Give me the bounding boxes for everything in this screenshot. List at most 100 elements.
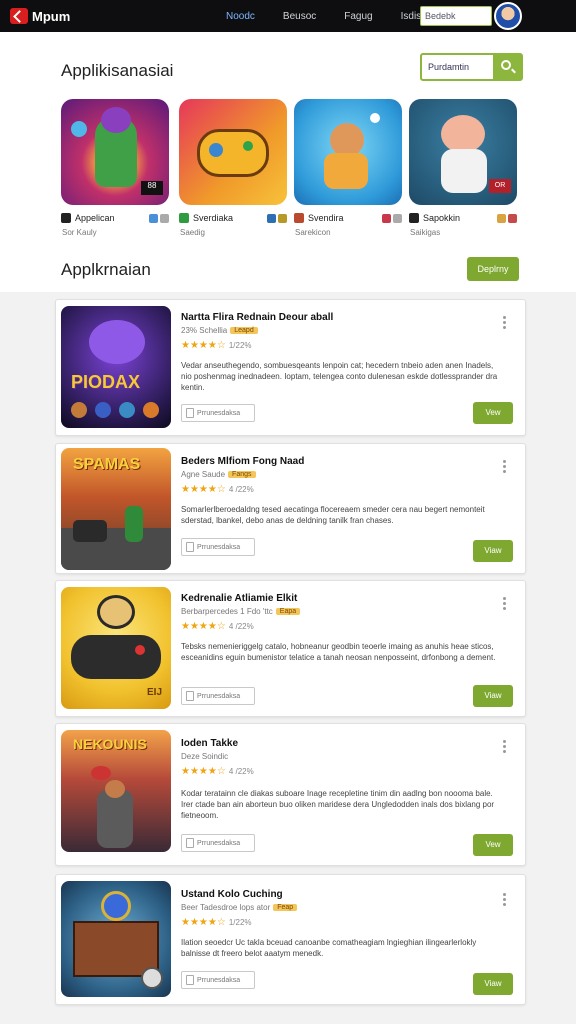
featured-card[interactable]: OR Sapokkin Saikigas (409, 99, 517, 237)
icon-lettering: SPAMAS (73, 456, 141, 473)
game-icon-fox: OR (409, 99, 517, 205)
item-rating: ★★★★☆ 4 /22% (181, 621, 254, 632)
featured-card[interactable]: Svendira Sarekicon (294, 99, 402, 237)
more-options-icon[interactable] (503, 893, 507, 907)
chip-label: Prrunesdaksa (197, 543, 241, 551)
header-search-input[interactable]: Bedebk (420, 6, 492, 26)
page-icon (186, 691, 194, 701)
featured-search-input[interactable]: Purdamtin (420, 53, 523, 81)
list-title: Applkrnaian (61, 260, 151, 279)
platform-icons (267, 213, 287, 223)
game-icon-controller (179, 99, 287, 205)
search-icon (501, 60, 511, 70)
featured-card-name: Sverdiaka (193, 213, 234, 223)
item-title: Nartta Flira Rednain Deour aball (181, 312, 334, 323)
rating-text: 1/22% (228, 341, 252, 350)
featured-card-name: Sapokkin (423, 213, 461, 223)
page-icon (186, 838, 194, 848)
item-rating: ★★★★☆ 1/22% (181, 340, 252, 351)
nav-item-2[interactable]: Beusoc (283, 11, 316, 22)
featured-card-name: Svendira (308, 213, 344, 223)
icon-lettering: EIJ (147, 687, 163, 698)
app-logo[interactable]: Mpum (10, 8, 70, 24)
item-tag: Leapd (230, 327, 258, 334)
app-badge-icon (409, 213, 419, 223)
app-icon: NEKOUNIS (61, 730, 171, 852)
icon-lettering: PIODAX (71, 372, 141, 392)
rating-stars: ★★★★☆ (181, 484, 226, 495)
app-badge-icon (179, 213, 189, 223)
more-options-icon[interactable] (503, 460, 507, 474)
more-options-icon[interactable] (503, 316, 507, 330)
more-options-icon[interactable] (503, 597, 507, 611)
display-button[interactable]: Deplrny (467, 257, 519, 281)
item-meta-text: Deze Soindic (181, 752, 229, 761)
nav-item-4[interactable]: Isdis (401, 11, 422, 22)
item-tag: Fangs (228, 471, 256, 478)
game-icon-hero: 88 (61, 99, 169, 205)
item-chip[interactable]: Prrunesdaksa (181, 971, 255, 989)
item-meta: Deze Soindic (181, 752, 228, 761)
featured-card-subtitle: Sor Kauly (62, 228, 97, 237)
item-chip[interactable]: Prrunesdaksa (181, 834, 255, 852)
view-button[interactable]: Viaw (473, 973, 513, 995)
view-button[interactable]: Vew (473, 834, 513, 856)
nav-menu: Noodc Beusoc Fagug Isdis (226, 0, 421, 32)
rating-text: 4 /22% (228, 485, 254, 494)
featured-title: Applikisanasiai (61, 61, 174, 80)
logo-text: Mpum (32, 8, 71, 24)
rating-text: 1/22% (228, 918, 252, 927)
item-tag: Feap (273, 904, 298, 911)
page-icon (186, 975, 194, 985)
user-avatar[interactable] (494, 2, 522, 30)
list-item[interactable]: Ustand Kolo Cuching Beer Tadesdroe lops … (55, 874, 526, 1005)
app-badge-icon (294, 213, 304, 223)
list-item[interactable]: EIJ Kedrenalie Atliamie Elkit Berbarperc… (55, 580, 526, 717)
item-meta: 23% Schellia Leapd (181, 326, 258, 335)
chip-label: Prrunesdaksa (197, 692, 241, 700)
rating-stars: ★★★★☆ (181, 766, 226, 777)
icon-lettering: NEKOUNIS (73, 736, 147, 752)
item-title: Ioden Takke (181, 738, 239, 749)
item-chip[interactable]: Prrunesdaksa (181, 687, 255, 705)
app-icon: SPAMAS (61, 448, 171, 570)
page-icon (186, 408, 194, 418)
featured-card[interactable]: Sverdiaka Saedig (179, 99, 287, 237)
list-item[interactable]: NEKOUNIS Ioden Takke Deze Soindic ★★★★☆ 4… (55, 723, 526, 866)
platform-icons (497, 213, 517, 223)
list-item[interactable]: PIODAX Nartta Flira Rednain Deour aball … (55, 299, 526, 436)
chip-label: Prrunesdaksa (197, 839, 241, 847)
app-badge-icon (61, 213, 71, 223)
platform-icons (382, 213, 402, 223)
item-chip[interactable]: Prrunesdaksa (181, 404, 255, 422)
item-description: Tebsks nemenieriggelg catalo, hobneanur … (181, 642, 496, 662)
featured-card-name: Appelican (75, 213, 115, 223)
item-title: Kedrenalie Atliamie Elkit (181, 593, 298, 604)
chip-label: Prrunesdaksa (197, 976, 241, 984)
view-button[interactable]: Viaw (473, 685, 513, 707)
nav-item-3[interactable]: Fagug (344, 11, 372, 22)
item-rating: ★★★★☆ 1/22% (181, 917, 252, 928)
item-meta-text: 23% Schellia (181, 326, 228, 335)
item-description: Kodar teratainn cle diakas suboare Inage… (181, 789, 495, 820)
top-nav-bar: Mpum Noodc Beusoc Fagug Isdis Bedebk (0, 0, 576, 32)
featured-card[interactable]: 88 Appelican Sor Kauly (61, 99, 169, 237)
item-rating: ★★★★☆ 4 /22% (181, 766, 254, 777)
more-options-icon[interactable] (503, 740, 507, 754)
item-meta-text: Berbarpercedes 1 Fdo 'ttc (181, 607, 273, 616)
item-rating: ★★★★☆ 4 /22% (181, 484, 254, 495)
page-icon (186, 542, 194, 552)
search-placeholder: Purdamtin (428, 62, 470, 72)
search-button[interactable] (493, 55, 521, 79)
view-button[interactable]: Viaw (473, 540, 513, 562)
item-meta: Berbarpercedes 1 Fdo 'ttc Eapa (181, 607, 301, 616)
item-tag: Eapa (275, 608, 301, 615)
nav-item-1[interactable]: Noodc (226, 11, 255, 22)
platform-icons (149, 213, 169, 223)
rating-stars: ★★★★☆ (181, 621, 226, 632)
view-button[interactable]: Vew (473, 402, 513, 424)
app-icon: PIODAX (61, 306, 171, 428)
app-icon: EIJ (61, 587, 171, 709)
list-item[interactable]: SPAMAS Beders Mlfiom Fong Naad Agne Saud… (55, 443, 526, 574)
item-chip[interactable]: Prrunesdaksa (181, 538, 255, 556)
